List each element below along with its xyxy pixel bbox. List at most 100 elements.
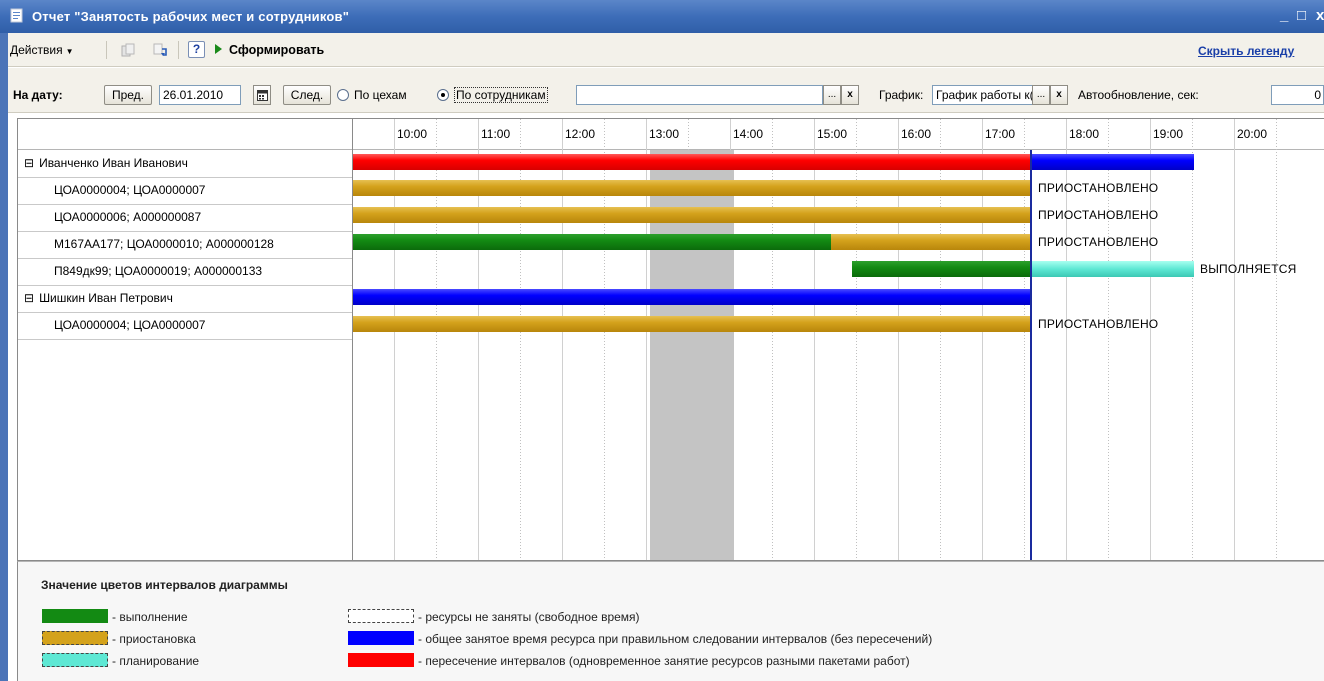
schedule-label: График:	[879, 88, 924, 102]
status-label: ПРИОСТАНОВЛЕНО	[1038, 208, 1159, 222]
execution-bar[interactable]	[353, 234, 831, 250]
row-divider	[18, 339, 352, 340]
calendar-button[interactable]	[253, 85, 271, 105]
prev-date-button[interactable]: Пред.	[104, 85, 152, 105]
move-icon[interactable]	[153, 43, 167, 57]
row-label-text: ЦОА0000004; ЦОА0000007	[54, 183, 206, 197]
toolbar-divider	[178, 41, 179, 59]
row-label-text: М167АА177; ЦОА0000010; А000000128	[54, 237, 274, 251]
status-label: ПРИОСТАНОВЛЕНО	[1038, 181, 1159, 195]
hour-label: 12:00	[565, 127, 596, 141]
work-package-row[interactable]: М167АА177; ЦОА0000010; А000000128	[54, 237, 274, 251]
row-divider	[18, 231, 352, 232]
hide-legend-link[interactable]: Скрыть легенду	[1198, 44, 1294, 58]
status-label: ПРИОСТАНОВЛЕНО	[1038, 235, 1159, 249]
hour-label: 18:00	[1069, 127, 1100, 141]
by-employees-radio[interactable]	[437, 89, 449, 101]
half-hour-gridline	[1192, 119, 1193, 560]
hour-label: 10:00	[397, 127, 428, 141]
status-label: ПРИОСТАНОВЛЕНО	[1038, 317, 1159, 331]
autorefresh-label: Автообновление, сек:	[1078, 88, 1199, 102]
row-divider	[18, 285, 352, 286]
hour-label: 19:00	[1153, 127, 1184, 141]
employee-clear-button[interactable]: x	[841, 85, 859, 105]
status-label: ВЫПОЛНЯЕТСЯ	[1200, 262, 1297, 276]
legend-swatch-suspension	[42, 631, 108, 645]
close-button[interactable]: x	[1316, 7, 1324, 24]
by-employees-label: По сотрудникам	[454, 87, 548, 103]
generate-report-button[interactable]: Сформировать	[229, 43, 324, 57]
hour-label: 16:00	[901, 127, 932, 141]
legend-title: Значение цветов интервалов диаграммы	[41, 578, 288, 592]
calendar-icon	[256, 90, 268, 101]
row-label-text: П849дк99; ЦОА0000019; А000000133	[54, 264, 263, 278]
row-divider	[18, 258, 352, 259]
work-package-row[interactable]: ЦОА0000006; А000000087	[54, 210, 201, 224]
by-shops-label: По цехам	[354, 88, 407, 102]
legend-label-overlap: - пересечение интервалов (одновременное …	[418, 654, 910, 668]
collapse-toggle-icon[interactable]: ⊟	[24, 156, 34, 170]
busy-time-bar[interactable]	[353, 289, 1031, 305]
by-shops-radio[interactable]	[337, 89, 349, 101]
row-label-text: Шишкин Иван Петрович	[39, 291, 173, 305]
window-frame	[0, 33, 8, 681]
work-package-row[interactable]: ЦОА0000004; ЦОА0000007	[54, 318, 205, 332]
row-divider	[18, 204, 352, 205]
collapse-toggle-icon[interactable]: ⊟	[24, 291, 34, 305]
half-hour-gridline	[1276, 119, 1277, 560]
employee-select-button[interactable]: ...	[823, 85, 841, 105]
hour-label: 17:00	[985, 127, 1016, 141]
legend-label-planning: - планирование	[112, 654, 200, 668]
legend-label-busy-time: - общее занятое время ресурса при правил…	[418, 632, 933, 646]
suspended-bar[interactable]	[353, 316, 1031, 332]
hour-label: 15:00	[817, 127, 848, 141]
planning-bar[interactable]	[1031, 261, 1194, 277]
suspended-bar[interactable]	[831, 234, 1031, 250]
legend-label-free-time: - ресурсы не заняты (свободное время)	[418, 610, 640, 624]
employee-row[interactable]: ⊟ Иванченко Иван Иванович	[24, 156, 188, 170]
copy-icon[interactable]	[121, 43, 135, 57]
autorefresh-field[interactable]: 0	[1271, 85, 1324, 105]
busy-time-bar[interactable]	[1031, 154, 1194, 170]
row-divider	[18, 312, 352, 313]
employee-field[interactable]	[576, 85, 823, 105]
schedule-clear-button[interactable]: x	[1050, 85, 1068, 105]
date-field[interactable]: 26.01.2010	[159, 85, 241, 105]
suspended-bar[interactable]	[353, 207, 1031, 223]
execution-bar[interactable]	[852, 261, 1031, 277]
legend-label-suspension: - приостановка	[112, 632, 196, 646]
work-package-row[interactable]: ЦОА0000004; ЦОА0000007	[54, 183, 205, 197]
hour-label: 14:00	[733, 127, 764, 141]
gantt-chart: 10:00 11:00 12:00 13:00 14:00 15:00 16:00 17:00…	[17, 118, 1324, 561]
window-title-bar[interactable]: Отчет "Занятость рабочих мест и сотрудни…	[0, 0, 1324, 33]
work-package-row[interactable]: П849дк99; ЦОА0000019; А000000133	[54, 264, 262, 278]
legend-panel: Значение цветов интервалов диаграммы - в…	[17, 561, 1324, 681]
hour-label: 11:00	[481, 127, 511, 141]
hour-gridline	[1234, 119, 1235, 560]
suspended-bar[interactable]	[353, 180, 1031, 196]
next-date-button[interactable]: След.	[283, 85, 331, 105]
legend-swatch-busy-time	[348, 631, 414, 645]
legend-swatch-overlap	[348, 653, 414, 667]
toolbar-divider	[106, 41, 107, 59]
schedule-select-button[interactable]: ...	[1032, 85, 1050, 105]
employee-row[interactable]: ⊟ Шишкин Иван Петрович	[24, 291, 173, 305]
row-label-text: ЦОА0000006; А000000087	[54, 210, 202, 224]
actions-menu[interactable]: Действия ▼	[10, 43, 74, 57]
row-label-text: Иванченко Иван Иванович	[39, 156, 188, 170]
row-divider	[18, 177, 352, 178]
play-icon[interactable]	[215, 44, 222, 54]
maximize-button[interactable]: □	[1297, 7, 1306, 24]
window-title: Отчет "Занятость рабочих мест и сотрудни…	[32, 9, 350, 24]
minimize-button[interactable]: _	[1280, 7, 1288, 24]
hour-label: 20:00	[1237, 127, 1268, 141]
hour-label: 13:00	[649, 127, 680, 141]
actions-menu-label: Действия	[10, 43, 63, 57]
row-label-text: ЦОА0000004; ЦОА0000007	[54, 318, 206, 332]
overlap-bar[interactable]	[353, 154, 1031, 170]
current-time-marker	[1030, 150, 1032, 560]
schedule-field[interactable]: График работы к(	[932, 85, 1033, 105]
chevron-down-icon: ▼	[65, 47, 74, 56]
legend-swatch-free-time	[348, 609, 414, 623]
help-button[interactable]: ?	[188, 41, 205, 58]
